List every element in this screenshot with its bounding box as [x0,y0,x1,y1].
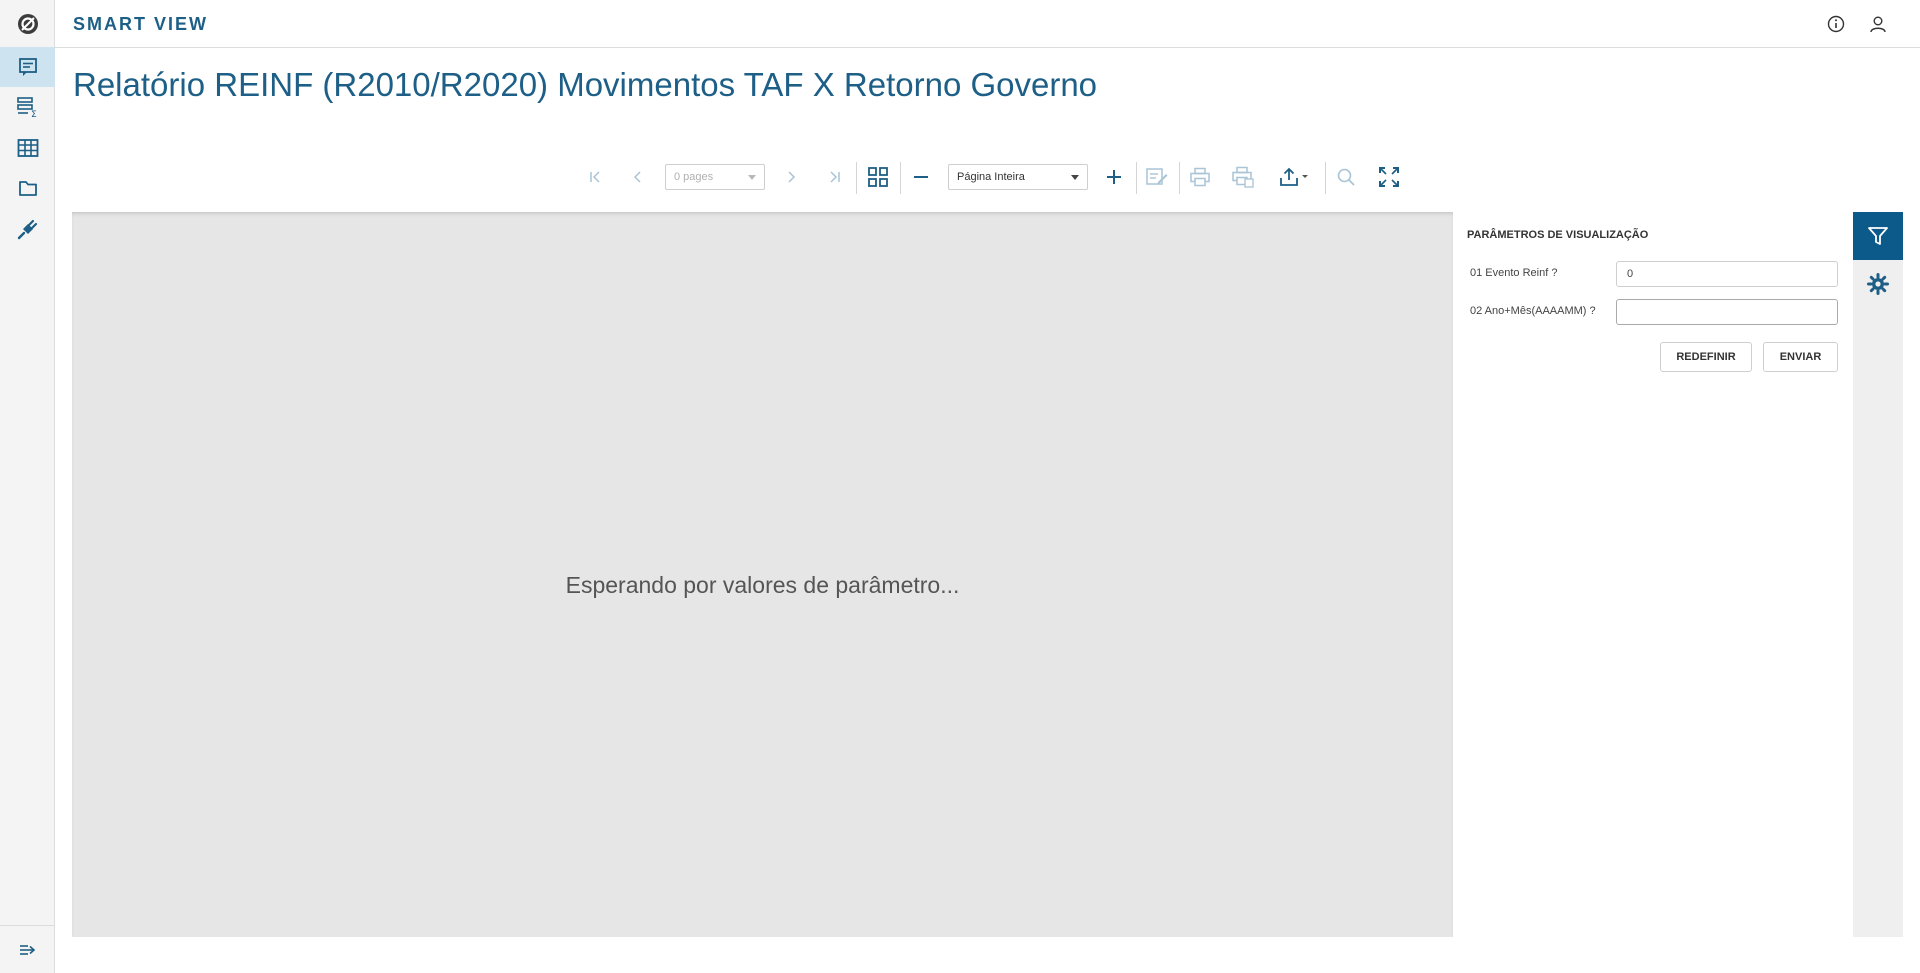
chevron-down-icon [748,175,756,180]
export-button[interactable] [1273,158,1315,196]
zoom-select-value: Página Inteira [957,171,1025,183]
edit-button[interactable] [1141,158,1173,196]
toolbar-divider [1179,162,1180,194]
analysis-sum-icon: Σ [16,97,37,118]
filter-icon [1868,227,1888,245]
chevron-left-icon [633,171,641,183]
sidebar-item-analysis[interactable]: Σ [0,87,55,127]
tab-settings[interactable] [1853,260,1903,308]
pages-select[interactable]: 0 pages [665,164,765,190]
last-page-icon [830,171,840,183]
chevron-down-icon [1071,175,1079,180]
reset-button[interactable]: REDEFINIR [1660,342,1752,372]
first-page-button[interactable] [580,158,612,196]
svg-text:Σ: Σ [31,110,37,118]
fullscreen-button[interactable] [1373,158,1405,196]
minus-icon [914,176,928,178]
logo-icon[interactable] [0,0,55,48]
chevron-right-icon [788,171,796,183]
param-label-evento: 01 Evento Reinf ? [1470,267,1558,279]
print-button[interactable] [1184,158,1216,196]
sidebar-item-folders[interactable] [0,168,55,208]
upload-icon [1280,167,1308,186]
fullscreen-icon [1379,167,1399,187]
user-icon[interactable] [1866,12,1890,36]
expand-menu-icon [19,944,35,955]
thumbnails-button[interactable] [862,158,894,196]
param-label-ano-mes: 02 Ano+Mês(AAAAMM) ? [1470,305,1596,317]
last-page-button[interactable] [818,158,850,196]
pages-select-value: 0 pages [674,171,714,183]
sidebar-item-grid[interactable] [0,128,55,168]
next-page-button[interactable] [775,158,807,196]
print-document-icon [1232,166,1254,188]
report-icon [18,58,37,76]
page-title: Relatório REINF (R2010/R2020) Movimentos… [73,66,1098,103]
top-header: SMART VIEW [55,0,1920,48]
app-name: SMART VIEW [73,14,208,34]
edit-icon [1146,168,1168,185]
plug-icon [17,219,37,240]
sidebar-item-plugins[interactable] [0,209,55,249]
zoom-in-button[interactable] [1098,158,1130,196]
first-page-icon [590,171,600,183]
previous-page-button[interactable] [622,158,654,196]
toolbar-divider [1325,162,1326,194]
expand-menu-button[interactable] [0,925,55,973]
search-icon [1337,168,1355,186]
sidebar-item-reports[interactable] [0,47,55,87]
info-icon[interactable] [1824,12,1848,36]
plus-icon [1107,170,1121,184]
app-root: Σ SMART VIEW Relatório REINF (R2010/R202… [0,0,1920,973]
toolbar-divider [1136,162,1137,194]
waiting-message: Esperando por valores de parâmetro... [565,572,960,598]
toolbar-divider [856,162,857,194]
grid-view-icon [868,167,888,187]
param-ano-mes-input[interactable] [1616,299,1838,325]
toolbar-divider [900,162,901,194]
folder-icon [18,181,37,196]
submit-button[interactable]: ENVIAR [1763,342,1838,372]
print-pdf-button[interactable] [1227,158,1259,196]
parameters-panel: PARÂMETROS DE VISUALIZAÇÃO 01 Evento Rei… [1453,212,1853,937]
panel-tabs [1853,212,1903,937]
table-icon [17,139,38,157]
report-viewer: Esperando por valores de parâmetro... [72,212,1453,937]
print-icon [1190,167,1210,187]
parameters-title: PARÂMETROS DE VISUALIZAÇÃO [1467,229,1649,241]
gear-icon [1867,273,1889,295]
tab-filters[interactable] [1853,212,1903,260]
viewer-toolbar: 0 pages Página Inteira [580,158,1415,196]
zoom-out-button[interactable] [905,158,937,196]
nav-rail: Σ [0,0,55,973]
search-button[interactable] [1330,158,1362,196]
param-evento-input[interactable] [1616,261,1838,287]
zoom-select[interactable]: Página Inteira [948,164,1088,190]
